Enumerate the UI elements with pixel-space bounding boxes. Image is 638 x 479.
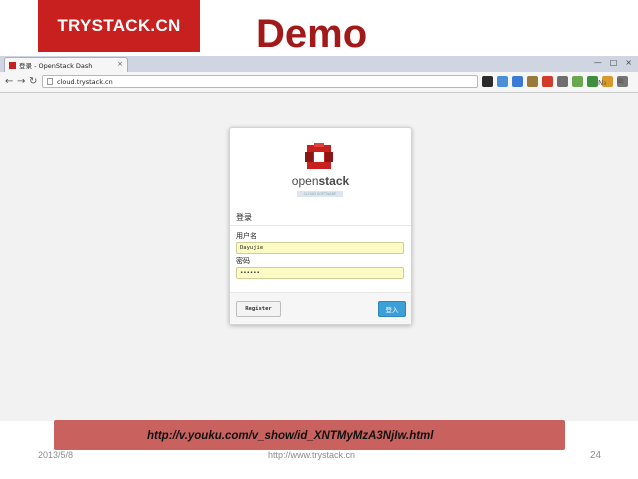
page-viewport: openstack CLOUD SOFTWARE 登录 用户名 Dayujie … [0,93,638,421]
user-icon[interactable] [482,76,493,87]
back-icon[interactable]: ← [5,75,13,88]
window-controls: — □ × [594,58,632,67]
reload-icon[interactable]: ↻ [29,75,37,88]
browser-tab[interactable]: 登录 - OpenStack Dash × [4,57,128,72]
translate-icon[interactable] [512,76,523,87]
forward-icon[interactable]: → [17,75,25,88]
username-value: Dayujie [240,245,264,251]
register-button[interactable]: Register [236,301,281,317]
login-card: openstack CLOUD SOFTWARE 登录 用户名 Dayujie … [229,127,412,325]
login-button[interactable]: 登入 [378,301,406,317]
password-value: •••••• [240,270,260,276]
openstack-logo: openstack CLOUD SOFTWARE [230,128,411,206]
favicon-icon [9,61,16,69]
footer-site-url: http://www.trystack.cn [268,450,356,460]
logo-wordmark: openstack [230,174,411,188]
divider [230,225,411,226]
minimize-icon[interactable]: — [594,58,602,67]
menu-icon[interactable]: ≡ [616,75,624,88]
tab-close-icon[interactable]: × [117,60,123,68]
address-bar[interactable]: cloud.trystack.cn [42,75,478,88]
username-label: 用户名 [236,232,257,240]
brand-text: TRYSTACK.CN [57,16,181,35]
note-icon[interactable] [572,76,583,87]
video-url-banner: http://v.youku.com/v_show/id_XNTMyMzA3Nj… [54,420,565,450]
opera-icon[interactable] [542,76,553,87]
username-field[interactable]: Dayujie [236,242,404,254]
logo-tagline: CLOUD SOFTWARE [297,191,343,197]
video-url-link[interactable]: http://v.youku.com/v_show/id_XNTMyMzA3Nj… [147,430,433,442]
tab-title: 登录 - OpenStack Dash [19,62,93,70]
sheet-icon[interactable] [587,76,598,87]
page-number: 24 [590,450,602,461]
bird-icon[interactable] [497,76,508,87]
password-field[interactable]: •••••• [236,267,404,279]
logo-word-open: open [291,174,319,188]
footer-date: 2013/5/8 [38,450,74,460]
extension-toolbar [482,76,628,87]
tab-strip: 登录 - OpenStack Dash × — □ × [0,56,638,72]
password-label: 密码 [236,257,250,265]
puzzle-icon[interactable] [527,76,538,87]
logo-word-stack: stack [318,174,350,188]
maximize-icon[interactable]: □ [610,58,618,67]
print-icon[interactable] [557,76,568,87]
address-text: cloud.trystack.cn [57,77,113,86]
ext-label-icon[interactable]: N₃ [598,77,606,90]
navigation-bar: ← → ↻ cloud.trystack.cn N₃ ≡ [0,72,638,93]
openstack-cube-icon [305,143,333,169]
browser-window: 登录 - OpenStack Dash × — □ × ← → ↻ cloud.… [0,56,638,421]
login-title: 登录 [236,213,252,222]
brand-badge: TRYSTACK.CN [38,0,200,52]
login-card-footer: Register 登入 [230,293,411,324]
page-icon [47,78,53,85]
slide-title: Demo [256,12,368,56]
close-window-icon[interactable]: × [625,58,632,67]
